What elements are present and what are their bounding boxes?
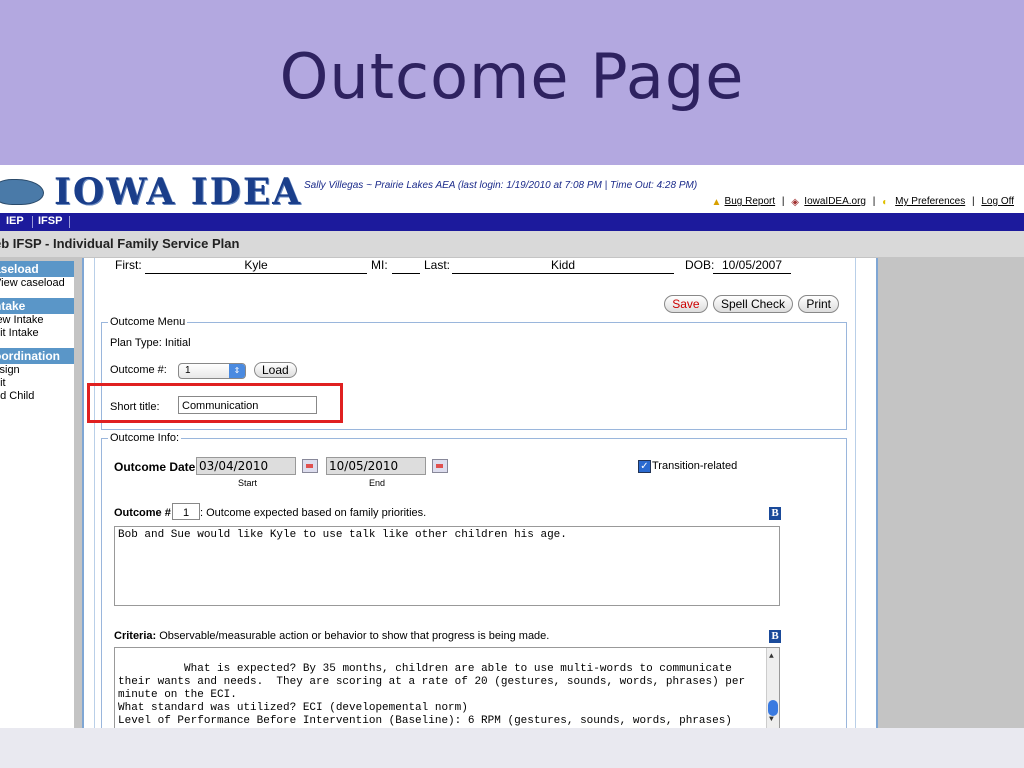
dob-label: DOB: — [685, 258, 715, 272]
slide-header: Outcome Page — [0, 0, 1024, 165]
main-panel: First: Kyle MI: Last: Kidd DOB: 10/05/20… — [82, 258, 878, 728]
plan-type-value: Initial — [164, 337, 191, 349]
log-off-link[interactable]: Log Off — [981, 196, 1014, 207]
outcome-textarea[interactable]: Bob and Sue would like Kyle to use talk … — [114, 526, 780, 606]
start-calendar-icon[interactable] — [302, 459, 318, 473]
page-heading: eb IFSP - Individual Family Service Plan — [0, 231, 1024, 257]
mi-label: MI: — [371, 258, 388, 272]
sidebar-section-coordination[interactable]: oordination — [0, 348, 74, 364]
warning-icon: ▲ — [711, 197, 722, 208]
sidebar-section-intake[interactable]: ntake — [0, 298, 74, 314]
criteria-label: Criteria: — [114, 630, 157, 642]
criteria-textarea[interactable]: What is expected? By 35 months, children… — [114, 647, 780, 728]
outcome-number-select[interactable]: 1 ⇕ — [178, 363, 246, 379]
load-button[interactable]: Load — [254, 362, 297, 378]
outcome-bold-button[interactable]: B — [769, 507, 781, 520]
outcome-description: : Outcome expected based on family prior… — [200, 507, 427, 519]
bug-report-link[interactable]: Bug Report — [725, 196, 776, 207]
select-arrows-icon: ⇕ — [229, 364, 245, 378]
preferences-icon: ◐ — [882, 197, 889, 208]
end-hint: End — [369, 478, 386, 488]
end-calendar-icon[interactable] — [432, 459, 448, 473]
top-links: ▲ Bug Report | ◈ IowaIDEA.org | ◐ My Prefer… — [711, 196, 1014, 208]
iowa-logo-icon — [0, 179, 44, 205]
sidebar-item-add-child[interactable]: dd Child — [0, 390, 74, 403]
outcome-info-legend: Outcome Info: — [110, 432, 180, 444]
sidebar-section-caseload[interactable]: aseload — [0, 261, 74, 277]
outcome-date-label: Outcome Date: — [114, 460, 200, 474]
my-preferences-link[interactable]: My Preferences — [895, 196, 965, 207]
app-logo[interactable]: IOWA IDEA — [54, 171, 302, 213]
outcome-hash-input[interactable]: 1 — [172, 503, 200, 520]
action-buttons: Save Spell Check Print — [662, 295, 839, 313]
nav-tab-iep[interactable]: IEP — [6, 215, 24, 227]
sidebar-item-assign[interactable]: ssign — [0, 364, 74, 377]
sidebar-item-view-intake[interactable]: iew Intake — [0, 314, 74, 327]
transition-checkbox[interactable]: ✓ — [638, 460, 651, 473]
iowaidea-link[interactable]: IowaIDEA.org — [804, 196, 866, 207]
user-info: Sally Villegas ~ Prairie Lakes AEA (last… — [304, 180, 698, 191]
last-name-value: Kidd — [452, 258, 674, 274]
scroll-up-icon[interactable]: ▲ — [769, 650, 774, 663]
criteria-heading: Criteria: Observable/measurable action o… — [114, 630, 549, 642]
criteria-scrollbar[interactable]: ▲ ▼ — [766, 648, 779, 728]
mi-value — [392, 258, 420, 274]
outcome-hash-label: Outcome # — [114, 507, 171, 519]
criteria-description: Observable/measurable action or behavior… — [159, 630, 550, 642]
first-name-value: Kyle — [145, 258, 367, 274]
outcome-info-fieldset: Outcome Info: Outcome Date: 03/04/2010 S… — [101, 432, 847, 728]
last-label: Last: — [424, 258, 451, 272]
start-hint: Start — [238, 478, 258, 488]
sidebar: aseload View caseload ntake iew Intake d… — [0, 261, 74, 728]
end-date-input[interactable]: 10/05/2010 — [326, 457, 426, 475]
spell-check-button[interactable]: Spell Check — [712, 295, 793, 313]
slide-title: Outcome Page — [279, 40, 745, 113]
criteria-bold-button[interactable]: B — [769, 630, 781, 643]
first-label: First: — [115, 258, 142, 272]
scroll-down-icon[interactable]: ▼ — [769, 713, 774, 726]
highlight-box — [87, 383, 343, 423]
transition-label: Transition-related — [652, 460, 738, 472]
sidebar-item-edit-intake[interactable]: dit Intake — [0, 327, 74, 340]
sidebar-item-view-caseload[interactable]: View caseload — [0, 277, 74, 290]
outcome-number-label: Outcome #: — [110, 364, 167, 376]
print-button[interactable]: Print — [798, 295, 839, 313]
plan-type-label: Plan Type: — [110, 337, 162, 349]
slide-footer — [0, 728, 1024, 768]
iowa-idea-icon: ◈ — [791, 197, 799, 208]
save-button[interactable]: Save — [664, 295, 708, 313]
nav-bar: IEP IFSP — [0, 213, 1024, 231]
dob-value: 10/05/2007 — [713, 258, 791, 274]
sidebar-item-edit[interactable]: dit — [0, 377, 74, 390]
outcome-menu-legend: Outcome Menu — [110, 316, 186, 328]
app-screenshot: IOWA IDEA Sally Villegas ~ Prairie Lakes… — [0, 165, 1024, 728]
app-header: IOWA IDEA Sally Villegas ~ Prairie Lakes… — [0, 165, 1024, 213]
nav-tab-ifsp[interactable]: IFSP — [38, 215, 62, 227]
start-date-input[interactable]: 03/04/2010 — [196, 457, 296, 475]
